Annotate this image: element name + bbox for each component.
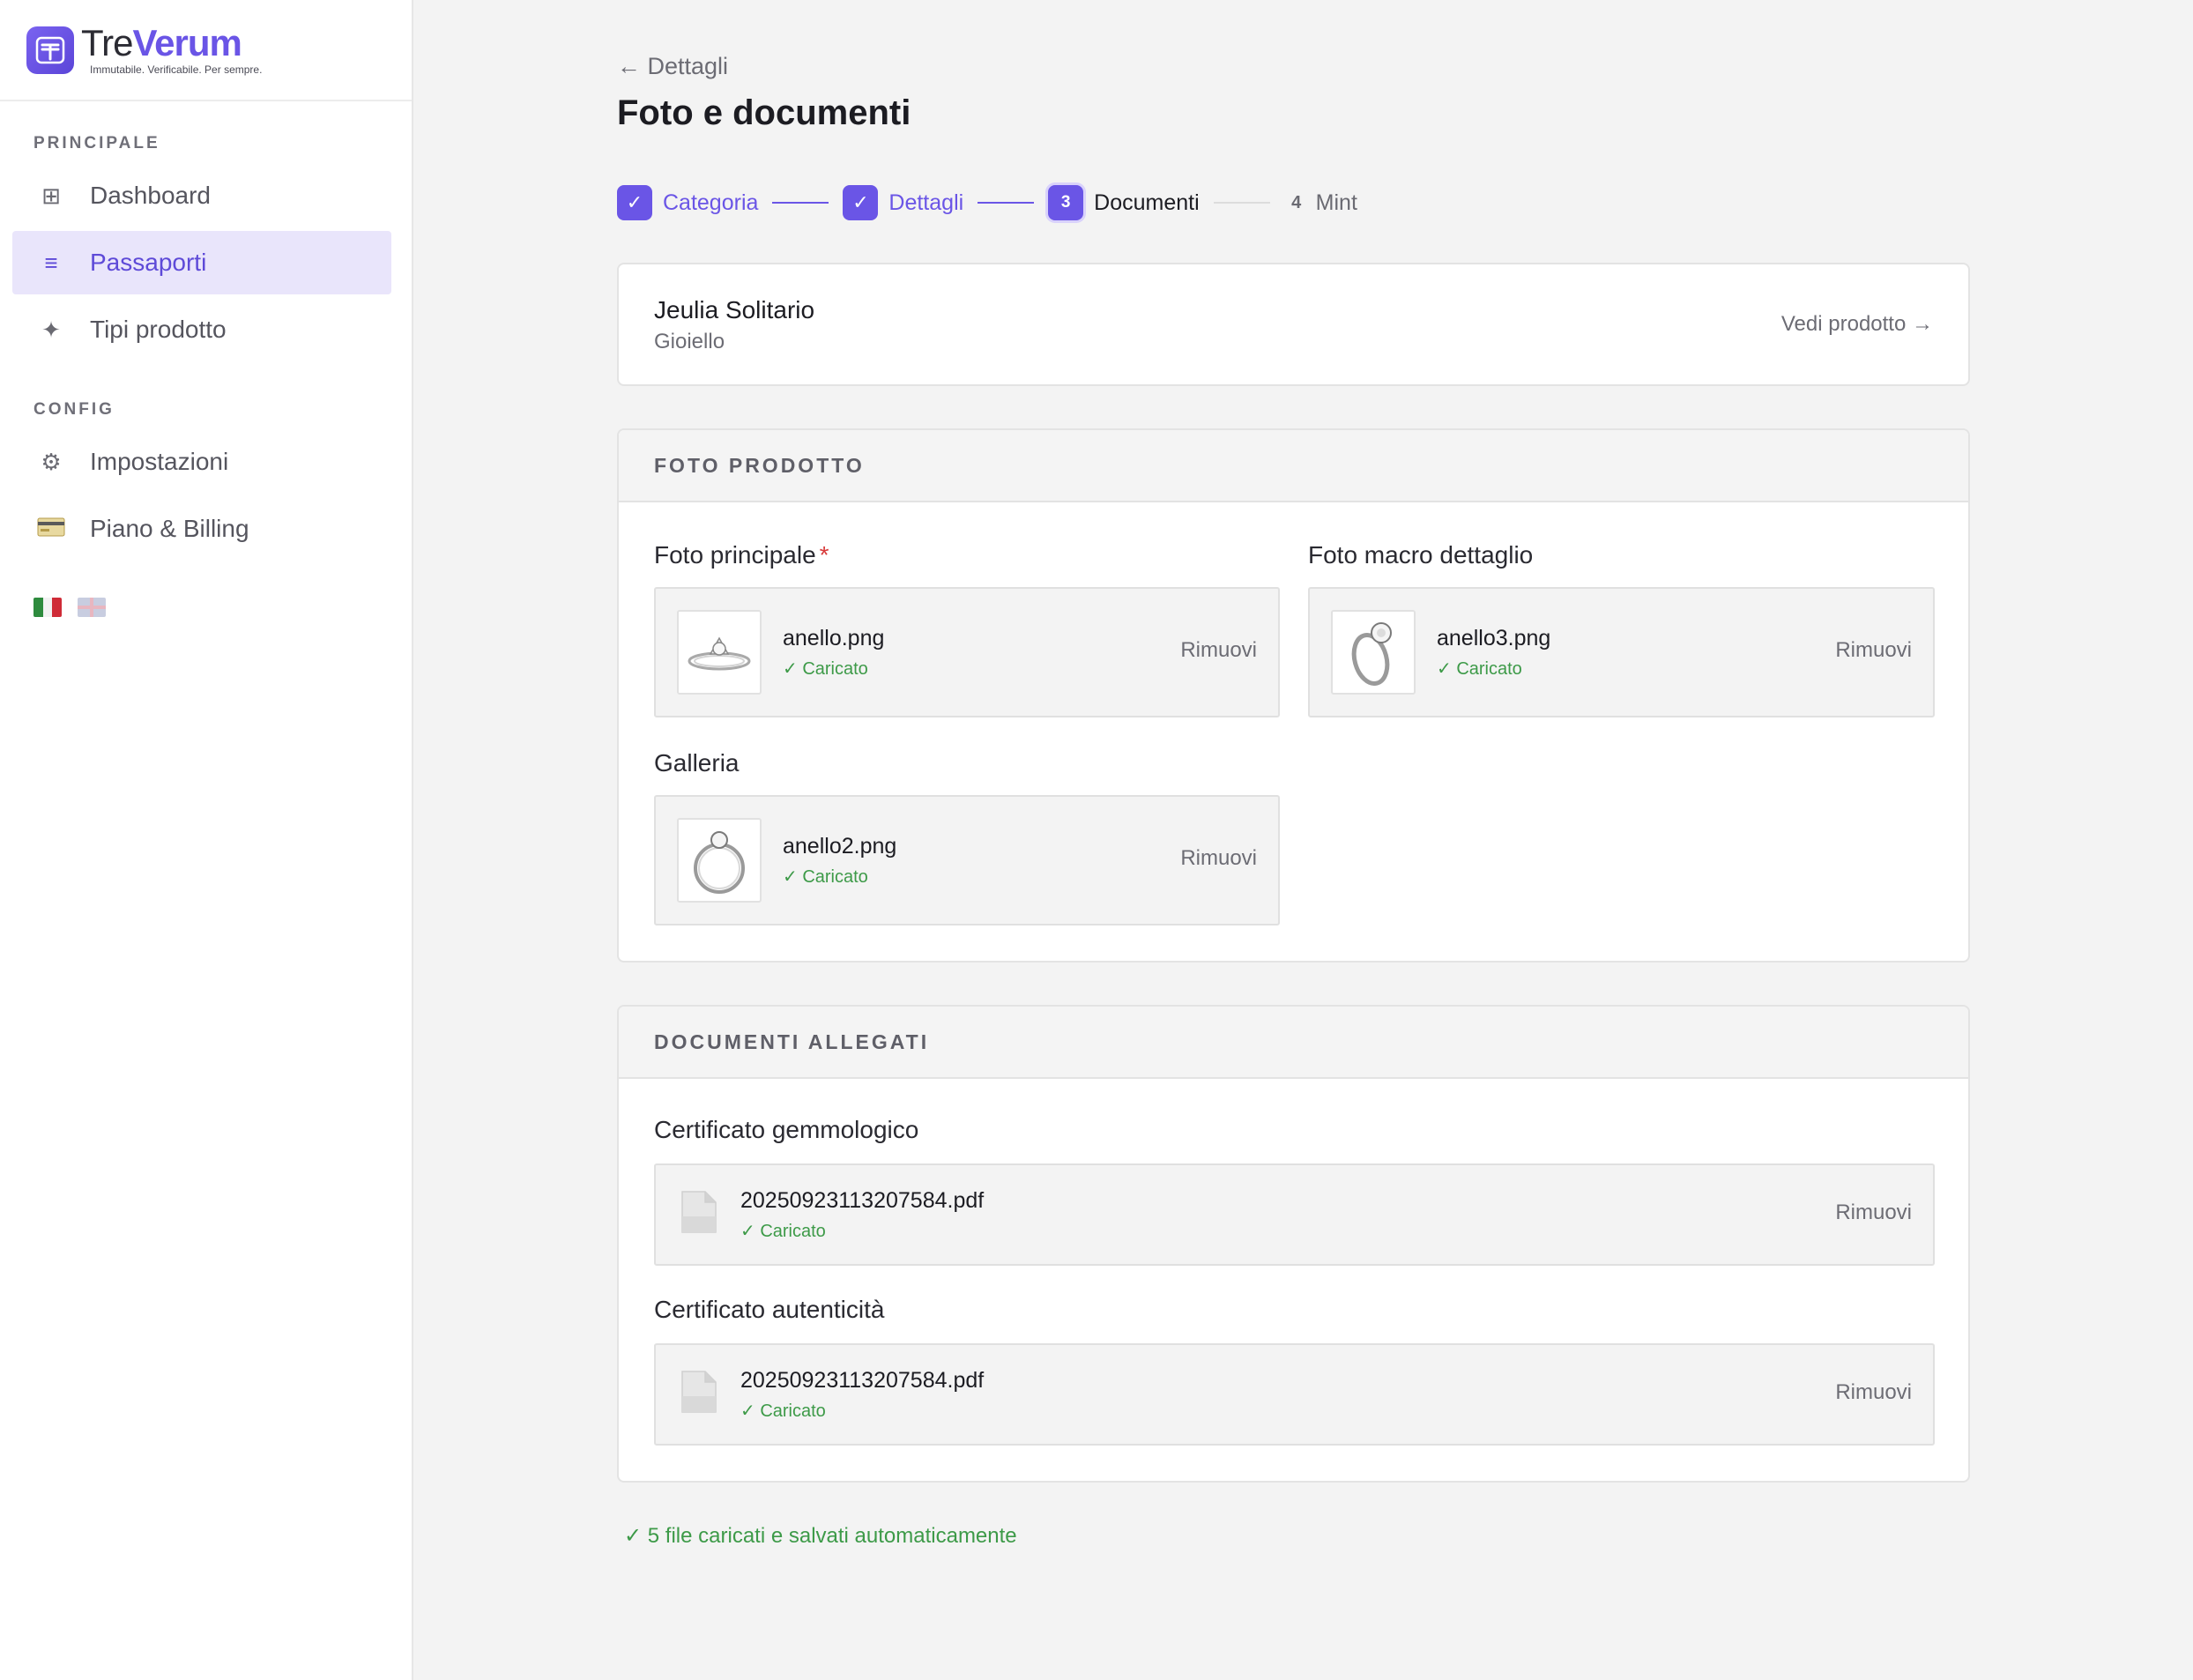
- brand-name: TreVerum: [81, 21, 242, 63]
- auth-certificate-upload[interactable]: 20250923113207584.pdf ✓ Caricato Rimuovi: [654, 1343, 1935, 1446]
- sidebar: TreVerum Immutabile. Verificabile. Per s…: [0, 0, 413, 1680]
- pdf-file-icon: [680, 1190, 717, 1238]
- upload-status: ✓ Caricato: [1437, 659, 1522, 679]
- required-mark: *: [819, 541, 829, 569]
- product-name: Jeulia Solitario: [654, 296, 815, 323]
- step-number: 3: [1048, 185, 1084, 220]
- sidebar-item-dashboard[interactable]: ⊞ Dashboard: [12, 164, 391, 227]
- step-connector: [1213, 202, 1270, 204]
- file-name: anello.png: [783, 626, 885, 650]
- file-name: anello3.png: [1437, 626, 1551, 650]
- stepper: ✓ Categoria ✓ Dettagli 3 Documenti 4 Min…: [617, 185, 1357, 220]
- step-number: 4: [1291, 192, 1302, 212]
- page-title: Foto e documenti: [617, 93, 911, 132]
- ring-thumbnail: [677, 818, 762, 903]
- ring-thumbnail: [1331, 610, 1416, 695]
- sidebar-item-label: Impostazioni: [90, 448, 229, 475]
- upload-status: ✓ Caricato: [783, 659, 868, 679]
- step-dettagli[interactable]: ✓ Dettagli: [843, 185, 963, 220]
- sidebar-item-piano-billing[interactable]: Piano & Billing: [12, 497, 391, 561]
- sparkle-icon: ✦: [41, 316, 61, 343]
- check-icon: ✓: [843, 185, 879, 220]
- remove-button[interactable]: Rimuovi: [1835, 638, 1912, 663]
- upload-status: ✓ Caricato: [740, 1401, 826, 1421]
- sidebar-item-passaporti[interactable]: ≡ Passaporti: [12, 231, 391, 294]
- step-documenti[interactable]: 3 Documenti: [1048, 185, 1200, 220]
- file-name: 20250923113207584.pdf: [740, 1188, 985, 1213]
- step-label: Mint: [1315, 190, 1357, 215]
- ring-thumbnail: [677, 610, 762, 695]
- sidebar-item-label: Dashboard: [90, 182, 211, 209]
- main-photo-upload[interactable]: anello.png ✓ Caricato Rimuovi: [654, 587, 1280, 717]
- step-connector: [772, 202, 829, 204]
- gem-certificate-upload[interactable]: 20250923113207584.pdf ✓ Caricato Rimuovi: [654, 1163, 1935, 1266]
- product-type: Gioiello: [654, 330, 725, 353]
- remove-button[interactable]: Rimuovi: [1180, 638, 1257, 663]
- macro-photo-upload[interactable]: anello3.png ✓ Caricato Rimuovi: [1308, 587, 1935, 717]
- upload-status: ✓ Caricato: [740, 1222, 826, 1241]
- autosave-status: ✓ 5 file caricati e salvati automaticame…: [624, 1524, 1017, 1548]
- list-icon: ≡: [44, 249, 58, 276]
- nav-section-main: PRINCIPALE: [33, 134, 160, 152]
- grid-icon: ⊞: [41, 182, 61, 209]
- logo[interactable]: TreVerum Immutabile. Verificabile. Per s…: [0, 0, 412, 101]
- photos-section-title: FOTO PRODOTTO: [619, 430, 1968, 502]
- credit-card-icon: [35, 516, 67, 543]
- remove-button[interactable]: Rimuovi: [1180, 846, 1257, 871]
- step-mint[interactable]: 4 Mint: [1284, 185, 1357, 220]
- photos-card: FOTO PRODOTTO Foto principale * anello.pn…: [617, 428, 1970, 963]
- it-flag-icon[interactable]: [33, 598, 62, 617]
- back-link[interactable]: ← Dettagli: [617, 53, 728, 80]
- logo-icon: [26, 26, 74, 74]
- main-photo-label: Foto principale *: [654, 541, 829, 569]
- sidebar-item-tipi-prodotto[interactable]: ✦ Tipi prodotto: [12, 298, 391, 361]
- sidebar-item-label: Tipi prodotto: [90, 316, 227, 343]
- remove-button[interactable]: Rimuovi: [1835, 1201, 1912, 1225]
- product-card: Jeulia Solitario Gioiello Vedi prodotto …: [617, 263, 1970, 386]
- uk-flag-icon[interactable]: [78, 598, 106, 617]
- step-connector: [978, 202, 1035, 204]
- remove-button[interactable]: Rimuovi: [1835, 1380, 1912, 1405]
- documents-section-title: DOCUMENTI ALLEGATI: [619, 1007, 1968, 1079]
- step-label: Dettagli: [888, 190, 964, 215]
- auth-certificate-label: Certificato autenticità: [654, 1296, 885, 1323]
- macro-photo-label: Foto macro dettaglio: [1308, 541, 1534, 569]
- file-name: 20250923113207584.pdf: [740, 1368, 985, 1393]
- check-icon: ✓: [617, 185, 652, 220]
- gallery-label: Galleria: [654, 749, 740, 777]
- file-name: anello2.png: [783, 834, 897, 859]
- language-switcher: [33, 598, 106, 617]
- upload-status: ✓ Caricato: [783, 867, 868, 887]
- pdf-file-icon: [680, 1370, 717, 1418]
- gallery-upload[interactable]: anello2.png ✓ Caricato Rimuovi: [654, 795, 1280, 925]
- documents-card: DOCUMENTI ALLEGATI Certificato gemmologi…: [617, 1005, 1970, 1483]
- gear-icon: ⚙: [41, 448, 62, 475]
- step-categoria[interactable]: ✓ Categoria: [617, 185, 758, 220]
- step-label: Documenti: [1094, 190, 1200, 215]
- view-product-link[interactable]: Vedi prodotto →: [1781, 312, 1933, 337]
- brand-tagline: Immutabile. Verificabile. Per sempre.: [90, 63, 263, 76]
- sidebar-item-label: Piano & Billing: [90, 515, 249, 542]
- nav-section-config: CONFIG: [33, 400, 115, 419]
- step-label: Categoria: [663, 190, 759, 215]
- sidebar-item-impostazioni[interactable]: ⚙ Impostazioni: [12, 430, 391, 494]
- gem-certificate-label: Certificato gemmologico: [654, 1116, 919, 1143]
- sidebar-item-label: Passaporti: [90, 249, 207, 276]
